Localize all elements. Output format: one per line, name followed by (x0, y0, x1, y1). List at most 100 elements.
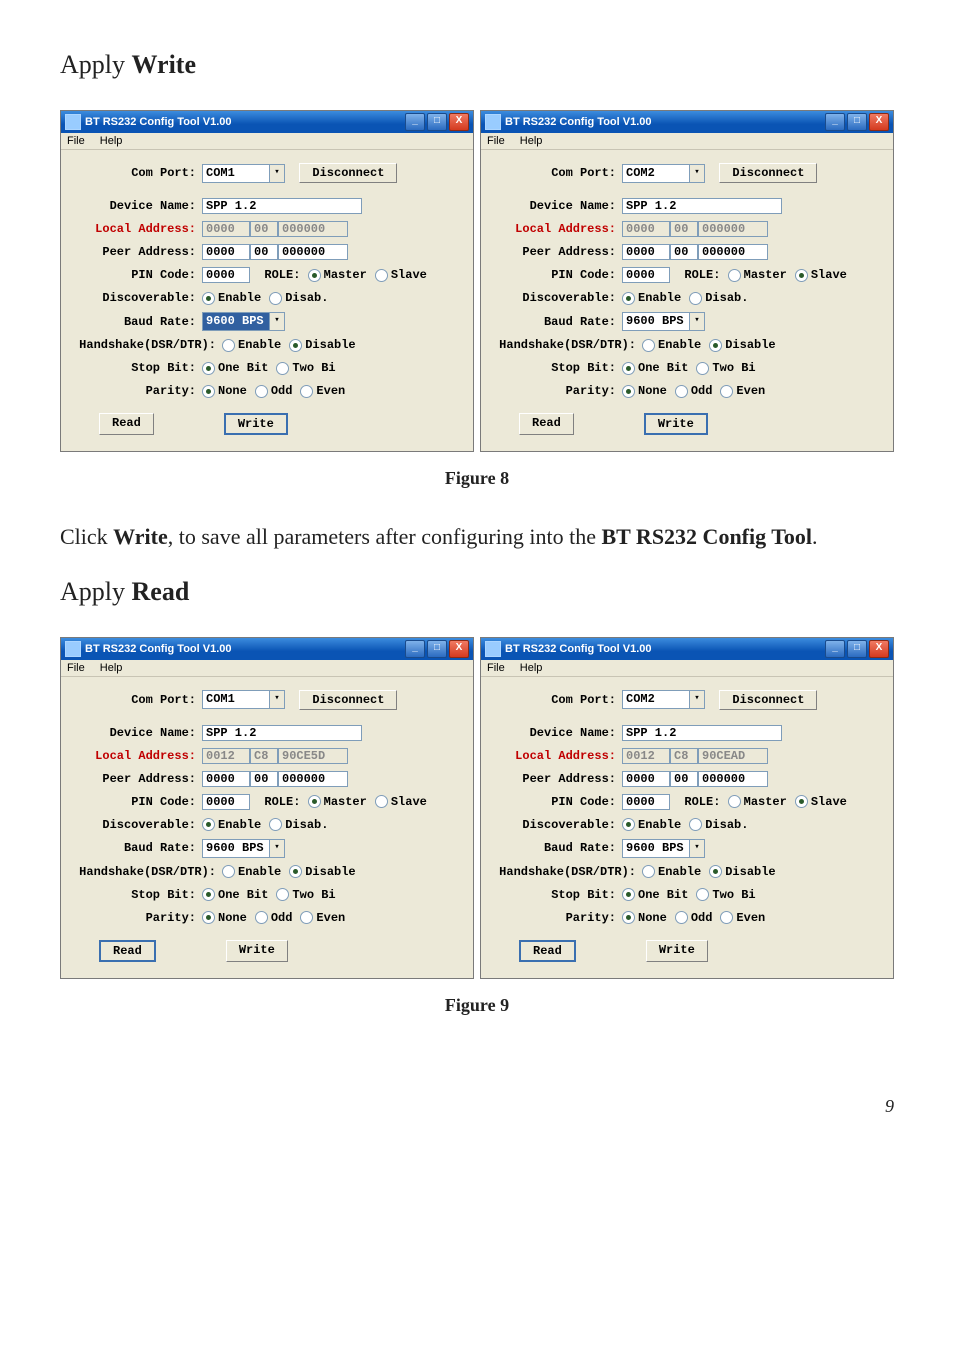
read-button[interactable]: Read (519, 413, 574, 435)
write-button[interactable]: Write (226, 940, 288, 962)
discoverable-enable-radio[interactable]: Enable (202, 291, 261, 305)
com-port-select[interactable]: COM2▾ (622, 690, 705, 709)
close-button[interactable]: X (869, 640, 889, 658)
menu-file[interactable]: File (67, 135, 85, 147)
pin-input[interactable] (622, 267, 670, 283)
com-port-select[interactable]: COM2▾ (622, 164, 705, 183)
parity-none-radio[interactable]: None (202, 911, 247, 925)
stopbit-two-radio[interactable]: Two Bi (276, 361, 335, 375)
discoverable-enable-radio[interactable]: Enable (622, 818, 681, 832)
write-button[interactable]: Write (646, 940, 708, 962)
handshake-disable-radio[interactable]: Disable (709, 865, 775, 879)
handshake-enable-radio[interactable]: Enable (222, 865, 281, 879)
parity-odd-radio[interactable]: Odd (255, 911, 293, 925)
role-slave-radio[interactable]: Slave (375, 268, 427, 282)
peer-addr-3[interactable] (698, 244, 768, 260)
device-name-input[interactable] (202, 198, 362, 214)
stopbit-one-radio[interactable]: One Bit (622, 888, 688, 902)
role-master-radio[interactable]: Master (728, 268, 787, 282)
parity-even-radio[interactable]: Even (300, 911, 345, 925)
parity-none-radio[interactable]: None (622, 911, 667, 925)
peer-addr-3[interactable] (698, 771, 768, 787)
discoverable-enable-radio[interactable]: Enable (622, 291, 681, 305)
baud-select[interactable]: 9600 BPS▾ (202, 839, 285, 858)
peer-addr-2[interactable] (250, 244, 278, 260)
device-name-input[interactable] (202, 725, 362, 741)
disconnect-button[interactable]: Disconnect (719, 163, 817, 183)
discoverable-disable-radio[interactable]: Disab. (689, 291, 748, 305)
handshake-disable-radio[interactable]: Disable (709, 338, 775, 352)
pin-input[interactable] (202, 794, 250, 810)
parity-none-radio[interactable]: None (622, 384, 667, 398)
role-slave-radio[interactable]: Slave (795, 795, 847, 809)
peer-addr-3[interactable] (278, 771, 348, 787)
close-button[interactable]: X (449, 113, 469, 131)
read-button[interactable]: Read (99, 940, 156, 962)
menu-help[interactable]: Help (100, 662, 123, 674)
parity-odd-radio[interactable]: Odd (675, 384, 713, 398)
peer-addr-2[interactable] (670, 244, 698, 260)
write-button[interactable]: Write (644, 413, 708, 435)
menu-file[interactable]: File (487, 662, 505, 674)
com-port-select[interactable]: COM1▾ (202, 164, 285, 183)
peer-addr-3[interactable] (278, 244, 348, 260)
minimize-button[interactable]: _ (825, 640, 845, 658)
disconnect-button[interactable]: Disconnect (299, 690, 397, 710)
menu-file[interactable]: File (487, 135, 505, 147)
disconnect-button[interactable]: Disconnect (719, 690, 817, 710)
discoverable-disable-radio[interactable]: Disab. (269, 291, 328, 305)
discoverable-enable-radio[interactable]: Enable (202, 818, 261, 832)
peer-addr-2[interactable] (250, 771, 278, 787)
menu-help[interactable]: Help (100, 135, 123, 147)
peer-addr-1[interactable] (202, 244, 250, 260)
stopbit-two-radio[interactable]: Two Bi (696, 888, 755, 902)
handshake-disable-radio[interactable]: Disable (289, 865, 355, 879)
baud-select[interactable]: 9600 BPS▾ (622, 312, 705, 331)
maximize-button[interactable]: □ (427, 640, 447, 658)
read-button[interactable]: Read (99, 413, 154, 435)
parity-even-radio[interactable]: Even (300, 384, 345, 398)
close-button[interactable]: X (449, 640, 469, 658)
stopbit-one-radio[interactable]: One Bit (202, 888, 268, 902)
role-slave-radio[interactable]: Slave (795, 268, 847, 282)
write-button[interactable]: Write (224, 413, 288, 435)
device-name-input[interactable] (622, 725, 782, 741)
role-master-radio[interactable]: Master (728, 795, 787, 809)
pin-input[interactable] (622, 794, 670, 810)
menu-help[interactable]: Help (520, 135, 543, 147)
pin-input[interactable] (202, 267, 250, 283)
parity-odd-radio[interactable]: Odd (255, 384, 293, 398)
role-slave-radio[interactable]: Slave (375, 795, 427, 809)
minimize-button[interactable]: _ (825, 113, 845, 131)
peer-addr-1[interactable] (202, 771, 250, 787)
maximize-button[interactable]: □ (847, 640, 867, 658)
stopbit-one-radio[interactable]: One Bit (622, 361, 688, 375)
handshake-disable-radio[interactable]: Disable (289, 338, 355, 352)
stopbit-two-radio[interactable]: Two Bi (276, 888, 335, 902)
handshake-enable-radio[interactable]: Enable (222, 338, 281, 352)
baud-select[interactable]: 9600 BPS▾ (622, 839, 705, 858)
handshake-enable-radio[interactable]: Enable (642, 338, 701, 352)
discoverable-disable-radio[interactable]: Disab. (689, 818, 748, 832)
stopbit-one-radio[interactable]: One Bit (202, 361, 268, 375)
maximize-button[interactable]: □ (427, 113, 447, 131)
discoverable-disable-radio[interactable]: Disab. (269, 818, 328, 832)
menu-file[interactable]: File (67, 662, 85, 674)
close-button[interactable]: X (869, 113, 889, 131)
com-port-select[interactable]: COM1▾ (202, 690, 285, 709)
disconnect-button[interactable]: Disconnect (299, 163, 397, 183)
role-master-radio[interactable]: Master (308, 268, 367, 282)
read-button[interactable]: Read (519, 940, 576, 962)
stopbit-two-radio[interactable]: Two Bi (696, 361, 755, 375)
minimize-button[interactable]: _ (405, 640, 425, 658)
parity-odd-radio[interactable]: Odd (675, 911, 713, 925)
baud-select[interactable]: 9600 BPS▾ (202, 312, 285, 331)
role-master-radio[interactable]: Master (308, 795, 367, 809)
handshake-enable-radio[interactable]: Enable (642, 865, 701, 879)
menu-help[interactable]: Help (520, 662, 543, 674)
peer-addr-2[interactable] (670, 771, 698, 787)
peer-addr-1[interactable] (622, 244, 670, 260)
peer-addr-1[interactable] (622, 771, 670, 787)
parity-even-radio[interactable]: Even (720, 384, 765, 398)
parity-even-radio[interactable]: Even (720, 911, 765, 925)
